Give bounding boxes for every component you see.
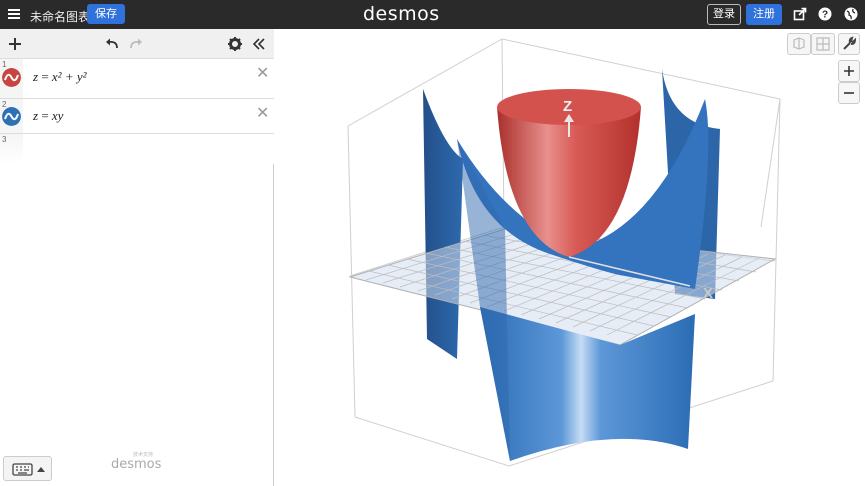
svg-text:?: ? — [822, 10, 828, 21]
menu-icon[interactable] — [7, 7, 21, 21]
delete-expression-icon[interactable]: ✕ — [256, 63, 269, 82]
help-icon[interactable]: ? — [818, 7, 832, 21]
plus-icon[interactable] — [7, 36, 23, 52]
expression-number: 3 — [2, 135, 7, 144]
wrench-icon — [843, 36, 857, 50]
z-axis-label: Z — [563, 98, 572, 115]
signup-button[interactable]: 注册 — [746, 4, 782, 25]
3d-graph[interactable]: Z X — [275, 29, 865, 486]
plus-icon — [844, 66, 854, 76]
delete-expression-icon[interactable]: ✕ — [256, 103, 269, 122]
login-button[interactable]: 登录 — [707, 4, 741, 25]
zoom-out-button[interactable] — [838, 82, 860, 104]
minus-icon — [844, 92, 854, 94]
globe-icon[interactable] — [844, 7, 858, 21]
expression-row-3[interactable]: 3 — [0, 134, 274, 164]
x-axis-label: X — [703, 285, 713, 302]
desmos-logo: desmos — [363, 3, 440, 25]
graph-color-icon[interactable] — [2, 107, 21, 126]
top-bar: 未命名图表 保存 desmos 登录 注册 ? — [0, 0, 865, 29]
graph-color-icon[interactable] — [2, 68, 21, 87]
expression-number: 1 — [2, 60, 7, 69]
gear-icon[interactable] — [227, 36, 243, 52]
graph-title[interactable]: 未命名图表 — [30, 8, 90, 25]
grid-view-button[interactable] — [811, 33, 835, 55]
graph-canvas[interactable]: Z X — [275, 29, 865, 486]
expression-panel: 1 z = x² + y² ✕ 2 z = xy ✕ 3 技术支持 desmos — [0, 29, 274, 486]
graph-settings-button[interactable] — [838, 33, 860, 55]
cube-view-icon — [793, 37, 805, 50]
save-button[interactable]: 保存 — [87, 4, 125, 24]
keyboard-toggle-button[interactable] — [3, 456, 52, 481]
double-chevron-left-icon[interactable] — [251, 36, 267, 52]
expression-row-2[interactable]: 2 z = xy ✕ — [0, 99, 274, 134]
zoom-in-button[interactable] — [838, 60, 860, 82]
expression-gutter: 2 — [0, 99, 23, 133]
expression-row-1[interactable]: 1 z = x² + y² ✕ — [0, 59, 274, 99]
keyboard-icon — [12, 463, 45, 476]
powered-by-desmos[interactable]: 技术支持 desmos — [111, 452, 161, 472]
undo-icon[interactable] — [104, 36, 120, 52]
share-icon[interactable] — [793, 7, 807, 21]
expression-gutter: 1 — [0, 59, 23, 98]
expression-gutter: 3 — [0, 134, 23, 164]
expression-math[interactable]: z = x² + y² — [33, 69, 87, 85]
expression-math[interactable]: z = xy — [33, 108, 63, 124]
redo-icon[interactable] — [128, 36, 144, 52]
expression-toolbar — [0, 29, 274, 59]
grid-icon — [816, 37, 830, 51]
view-2d-button[interactable] — [787, 33, 811, 55]
